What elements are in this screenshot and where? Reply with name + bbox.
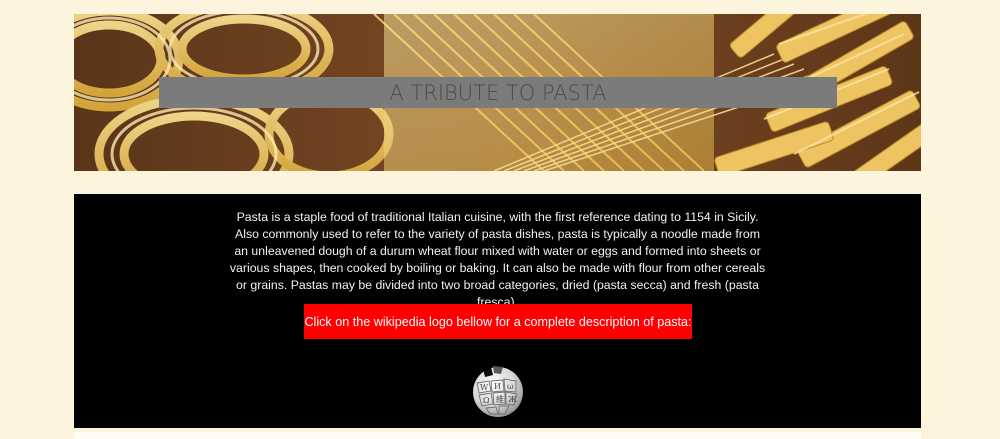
pasta-description: Pasta is a staple food of traditional It… bbox=[214, 209, 781, 311]
description-line: various shapes, then cooked by boiling o… bbox=[229, 261, 766, 275]
content-panel: Pasta is a staple food of traditional It… bbox=[74, 194, 921, 428]
svg-text:Ω: Ω bbox=[483, 396, 490, 405]
wikipedia-logo-link[interactable]: W И ω Ω 維 Ж bbox=[469, 361, 527, 419]
svg-text:И: И bbox=[494, 382, 501, 391]
title-banner: A TRIBUTE TO PASTA bbox=[159, 77, 837, 108]
svg-text:W: W bbox=[480, 383, 489, 392]
description-line: Also commonly used to refer to the varie… bbox=[235, 227, 760, 241]
wikipedia-prompt-text: Click on the wikipedia logo bellow for a… bbox=[304, 314, 692, 329]
description-line: an unleavened dough of a durum wheat flo… bbox=[234, 244, 761, 258]
description-line: Pasta is a staple food of traditional It… bbox=[236, 210, 759, 224]
svg-text:維: 維 bbox=[496, 394, 504, 404]
svg-text:ω: ω bbox=[507, 382, 514, 391]
hero-banner: A TRIBUTE TO PASTA bbox=[74, 14, 921, 171]
svg-text:Ж: Ж bbox=[508, 395, 517, 404]
wikipedia-globe-icon: W И ω Ω 維 Ж bbox=[473, 366, 523, 417]
wikipedia-prompt-box: Click on the wikipedia logo bellow for a… bbox=[304, 304, 692, 339]
footer-strip bbox=[74, 432, 921, 439]
page-title: A TRIBUTE TO PASTA bbox=[389, 80, 607, 105]
